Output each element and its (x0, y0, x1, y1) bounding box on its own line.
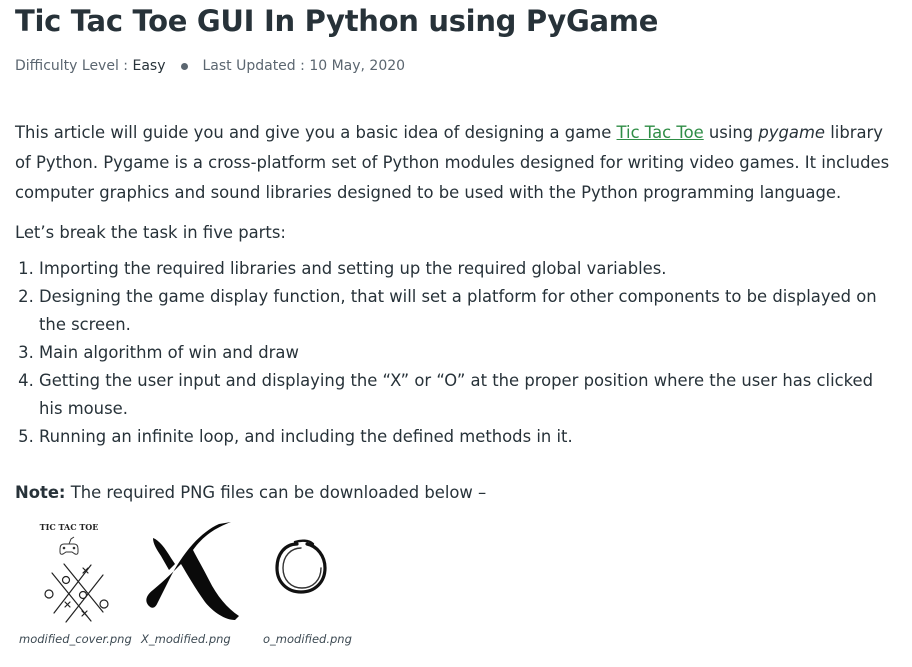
article-body: This article will guide you and give you… (15, 118, 900, 451)
image-gallery: TIC TAC TOE modified_cover.png X_modifie… (19, 518, 359, 658)
difficulty-value[interactable]: Easy (132, 58, 165, 74)
list-item: Getting the user input and displaying th… (39, 367, 900, 423)
last-updated-label: Last Updated : (202, 58, 305, 74)
intro-paragraph: This article will guide you and give you… (15, 123, 890, 202)
article-title: Tic Tac Toe GUI In Python using PyGame (15, 4, 659, 38)
cover-title-text: TIC TAC TOE (40, 522, 99, 532)
image-caption: o_modified.png (263, 632, 352, 646)
list-item: Main algorithm of win and draw (39, 339, 900, 367)
gamepad-icon (59, 536, 79, 555)
difficulty-label: Difficulty Level : (15, 58, 129, 74)
steps-list: Importing the required libraries and set… (15, 255, 900, 451)
list-item: Importing the required libraries and set… (39, 255, 900, 283)
image-caption: modified_cover.png (19, 632, 132, 646)
list-item: Running an infinite loop, and including … (39, 423, 900, 451)
o-modified-image[interactable]: o_modified.png (255, 518, 352, 646)
note-paragraph: Note: The required PNG files can be down… (15, 478, 486, 508)
list-item: Designing the game display function, tha… (39, 283, 900, 339)
x-mark-icon (146, 522, 239, 620)
o-mark-icon (275, 539, 327, 594)
tic-tac-toe-cover-icon: TIC TAC TOE (40, 522, 109, 623)
pygame-emphasis: pygame (758, 123, 826, 142)
last-updated-value: 10 May, 2020 (309, 58, 406, 74)
x-modified-image[interactable]: X_modified.png (131, 518, 241, 646)
image-caption: X_modified.png (141, 632, 231, 646)
article-meta: Difficulty Level : Easy Last Updated : 1… (15, 58, 405, 74)
tic-tac-toe-grid-icon (44, 563, 109, 623)
note-text: The required PNG files can be downloaded… (65, 483, 487, 502)
lead-paragraph: Let’s break the task in five parts: (15, 223, 286, 242)
tic-tac-toe-link[interactable]: Tic Tac Toe (617, 123, 704, 142)
modified-cover-image[interactable]: TIC TAC TOE modified_cover.png (19, 518, 132, 646)
note-label: Note: (15, 483, 66, 502)
meta-separator-dot (181, 62, 189, 70)
